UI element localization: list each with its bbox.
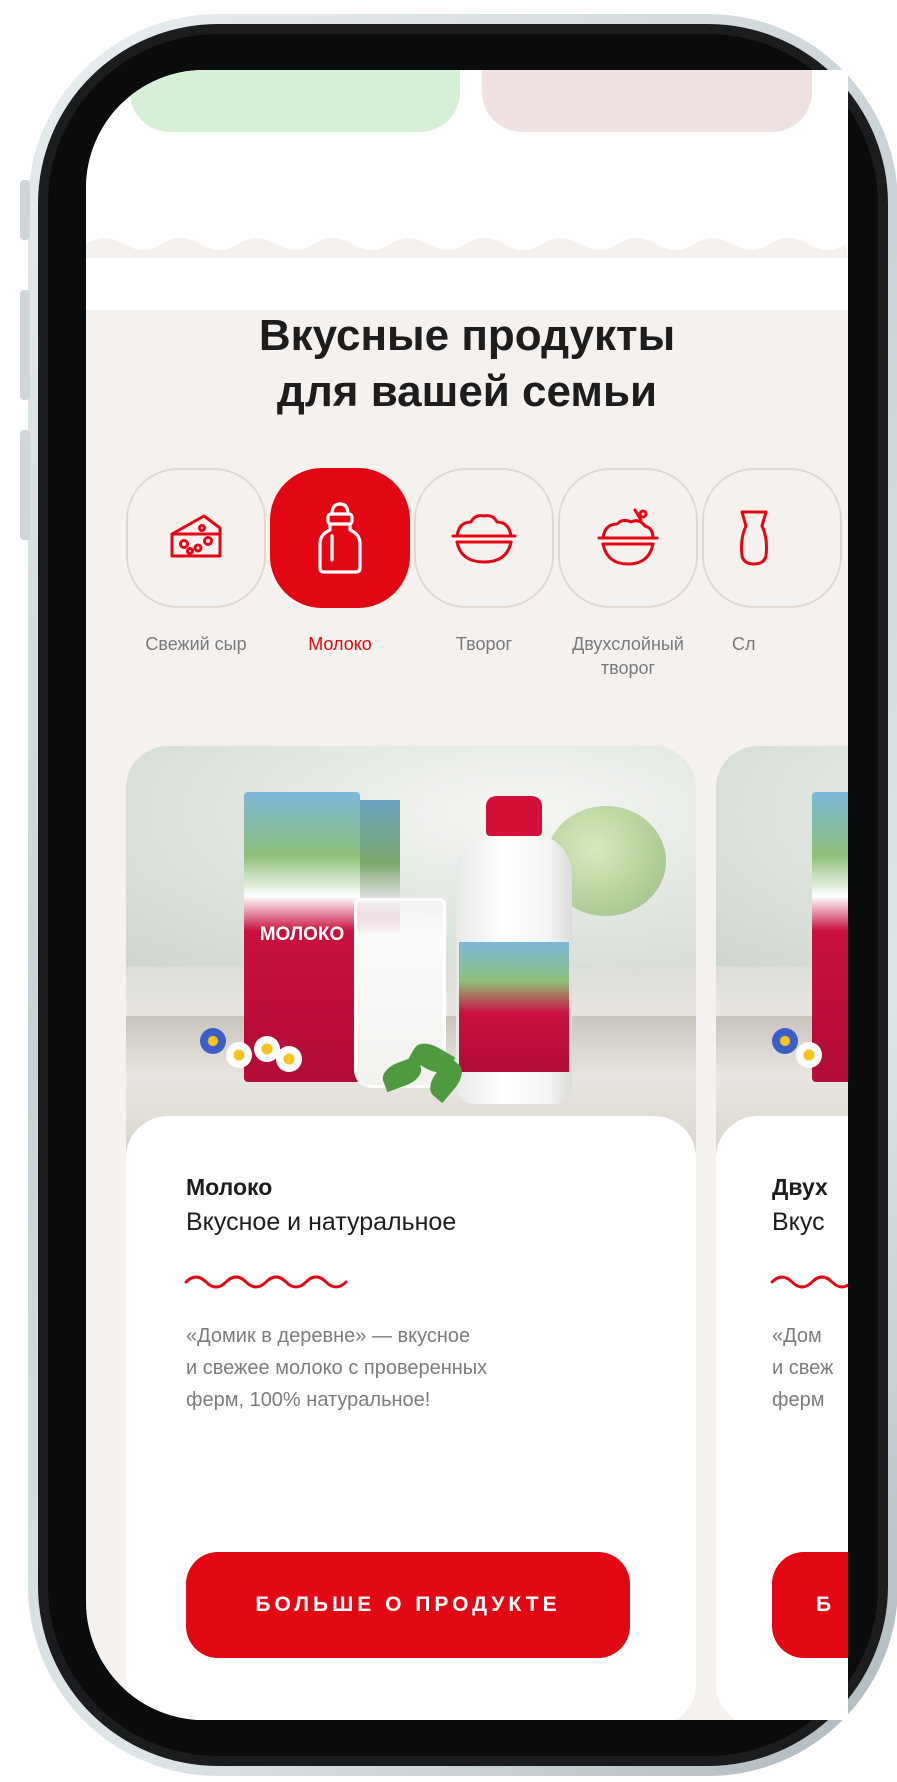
more-about-product-button[interactable]: БОЛЬШЕ О ПРОДУКТЕ xyxy=(186,1552,630,1658)
category-milk[interactable]: Молоко xyxy=(270,468,410,656)
product-description: «Дом и свеж ферм xyxy=(772,1325,834,1411)
milk-carton-label: МОЛОКО xyxy=(259,924,345,945)
section-wave-divider xyxy=(86,238,848,258)
category-tile[interactable] xyxy=(558,468,698,608)
category-tile-active[interactable] xyxy=(270,468,410,608)
category-label: Сл xyxy=(732,634,756,654)
section-title: Вкусные продукты для вашей семьи xyxy=(86,308,848,420)
category-label: Двухслойный творог xyxy=(572,634,684,678)
product-description: «Домик в деревне» — вкусное и свежее мол… xyxy=(186,1325,488,1411)
product-subtitle: Вкус xyxy=(772,1208,825,1236)
squiggle-divider xyxy=(770,1275,848,1289)
product-title: Двух xyxy=(772,1174,828,1200)
product-card-body: Двух Вкус «Дом и свеж ферм Б xyxy=(716,1116,848,1720)
category-tile[interactable] xyxy=(126,468,266,608)
more-about-product-button[interactable]: Б xyxy=(772,1552,848,1658)
product-card-next[interactable]: Двух Вкус «Дом и свеж ферм Б xyxy=(716,746,848,1720)
milk-can-icon xyxy=(318,502,362,574)
category-label: Творог xyxy=(455,634,513,654)
product-photo: МОЛОКО xyxy=(126,746,696,1166)
product-title: Молоко xyxy=(186,1174,273,1200)
product-subtitle: Вкусное и натуральное xyxy=(186,1208,457,1236)
jug-icon xyxy=(740,510,768,566)
layered-cottage-cheese-icon xyxy=(597,508,659,566)
category-cottage-cheese[interactable]: Творог xyxy=(414,468,554,656)
section-title-line2: для вашей семьи xyxy=(276,367,658,416)
category-label: Молоко xyxy=(308,634,372,654)
phone-screen: Вкусные продукты для вашей семьи Свежий … xyxy=(86,70,848,1720)
category-tile[interactable] xyxy=(414,468,554,608)
phone-volume-up-button xyxy=(20,290,30,400)
promo-pill-green[interactable] xyxy=(130,70,460,132)
category-fresh-cheese[interactable]: Свежий сыр xyxy=(126,468,266,656)
category-layered-cottage-cheese[interactable]: Двухслойный творог xyxy=(558,468,698,680)
promo-pill-pink[interactable] xyxy=(482,70,812,132)
squiggle-divider xyxy=(184,1275,348,1289)
category-label: Свежий сыр xyxy=(145,634,247,654)
category-next-partial[interactable]: Сл xyxy=(702,468,842,656)
product-card[interactable]: МОЛОКО Молоко Вкусное и натуральное «Дом… xyxy=(126,746,696,1720)
product-card-body: Молоко Вкусное и натуральное «Домик в де… xyxy=(126,1116,696,1720)
category-carousel[interactable]: Свежий сыр Молоко Творог Двухслойный тво… xyxy=(126,468,848,708)
phone-volume-down-button xyxy=(20,430,30,540)
cheese-icon xyxy=(170,514,222,558)
phone-silent-switch xyxy=(20,180,30,240)
section-title-line1: Вкусные продукты xyxy=(258,311,676,360)
category-tile[interactable] xyxy=(702,468,842,608)
cottage-cheese-bowl-icon xyxy=(451,514,517,564)
product-photo xyxy=(716,746,848,1166)
